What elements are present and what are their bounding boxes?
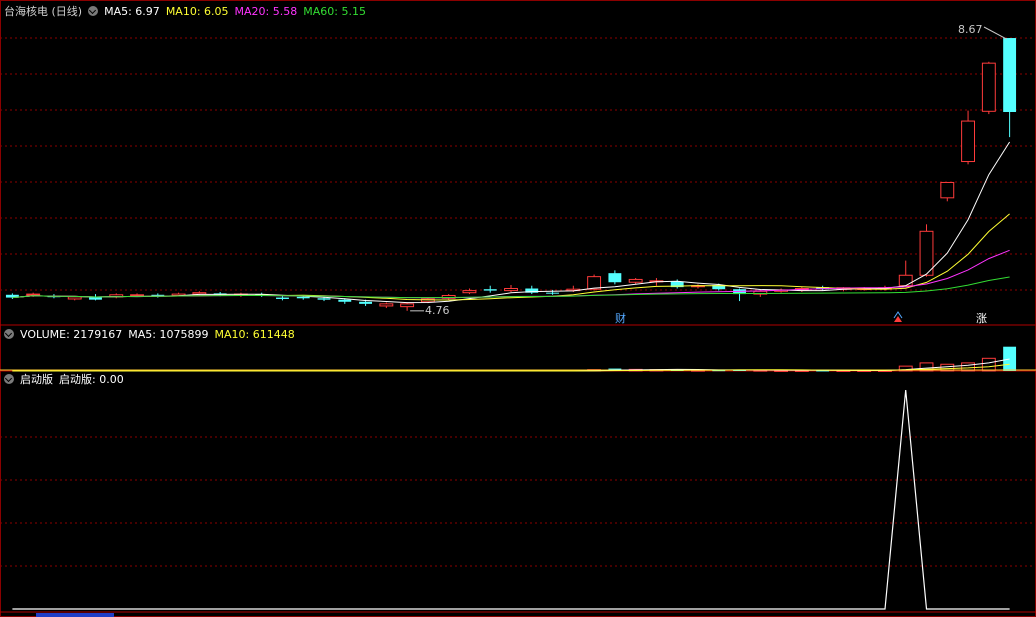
volume-header: VOLUME: 2179167 MA5: 1075899 MA10: 611448 — [4, 327, 301, 343]
volume-ma10: MA10: 611448 — [214, 328, 295, 341]
candle-body — [940, 181, 955, 199]
volume-value: VOLUME: 2179167 — [20, 328, 123, 341]
ma60-value: MA60: 5.15 — [303, 5, 366, 18]
candle-body — [898, 274, 913, 287]
candle-body — [151, 294, 165, 296]
candle-body — [359, 301, 373, 304]
indicator-name: 启动版 — [20, 373, 53, 386]
candle-body — [317, 298, 331, 300]
ma10-value: MA10: 6.05 — [165, 5, 229, 18]
candle-body — [546, 292, 559, 294]
candle-body — [276, 297, 289, 299]
indicator-value: 启动版: 0.00 — [59, 373, 124, 386]
chevron-down-icon[interactable] — [4, 329, 14, 339]
candle-body — [919, 230, 934, 276]
indicator-header: 启动版 启动版: 0.00 — [4, 372, 130, 388]
chart-stage: 8.67 4.76 财 涨 — [0, 0, 1036, 617]
candle-body — [608, 273, 622, 283]
indicator-panel — [12, 389, 1010, 610]
ma5-value: MA5: 6.97 — [104, 5, 160, 18]
candle-body — [67, 296, 82, 300]
chevron-down-icon[interactable] — [88, 6, 99, 16]
candle-body — [462, 290, 477, 294]
volume-panel — [0, 346, 1036, 372]
candle-body — [338, 299, 352, 302]
chevron-down-icon[interactable] — [4, 374, 14, 384]
high-price-label: 8.67 — [958, 23, 983, 36]
price-header: 台海核电 (日线) MA5: 6.97 MA10: 6.05 MA20: 5.58 MA… — [4, 4, 372, 20]
high-arrow — [983, 26, 1007, 40]
volume-ma5: MA5: 1075899 — [128, 328, 209, 341]
candle-body — [628, 278, 643, 283]
low-price-label: 4.76 — [425, 304, 450, 317]
ma20-value: MA20: 5.58 — [234, 5, 298, 18]
event-mark-cai: 财 — [615, 311, 626, 325]
candle-body — [26, 293, 41, 296]
candle-body — [192, 292, 207, 295]
candle-body — [130, 294, 144, 297]
price-panel — [5, 26, 1017, 322]
candle-body — [981, 62, 996, 112]
volume-ma5-line — [12, 358, 1010, 372]
volume-bar — [1003, 346, 1017, 371]
frame — [0, 0, 1036, 617]
candle-body — [400, 303, 415, 308]
candle-body — [1003, 38, 1017, 113]
ma5-line — [12, 141, 1011, 304]
candle-body — [296, 296, 310, 299]
scroll-thumb — [36, 613, 114, 617]
volume-bar — [981, 357, 996, 372]
candle-body — [504, 288, 518, 292]
candle-body — [961, 120, 976, 163]
candle-body — [483, 289, 497, 291]
stock-title: 台海核电 (日线) — [4, 5, 83, 18]
event-mark-zhang: 涨 — [976, 312, 987, 325]
indicator-line — [12, 389, 1010, 610]
candle-body — [379, 303, 394, 307]
